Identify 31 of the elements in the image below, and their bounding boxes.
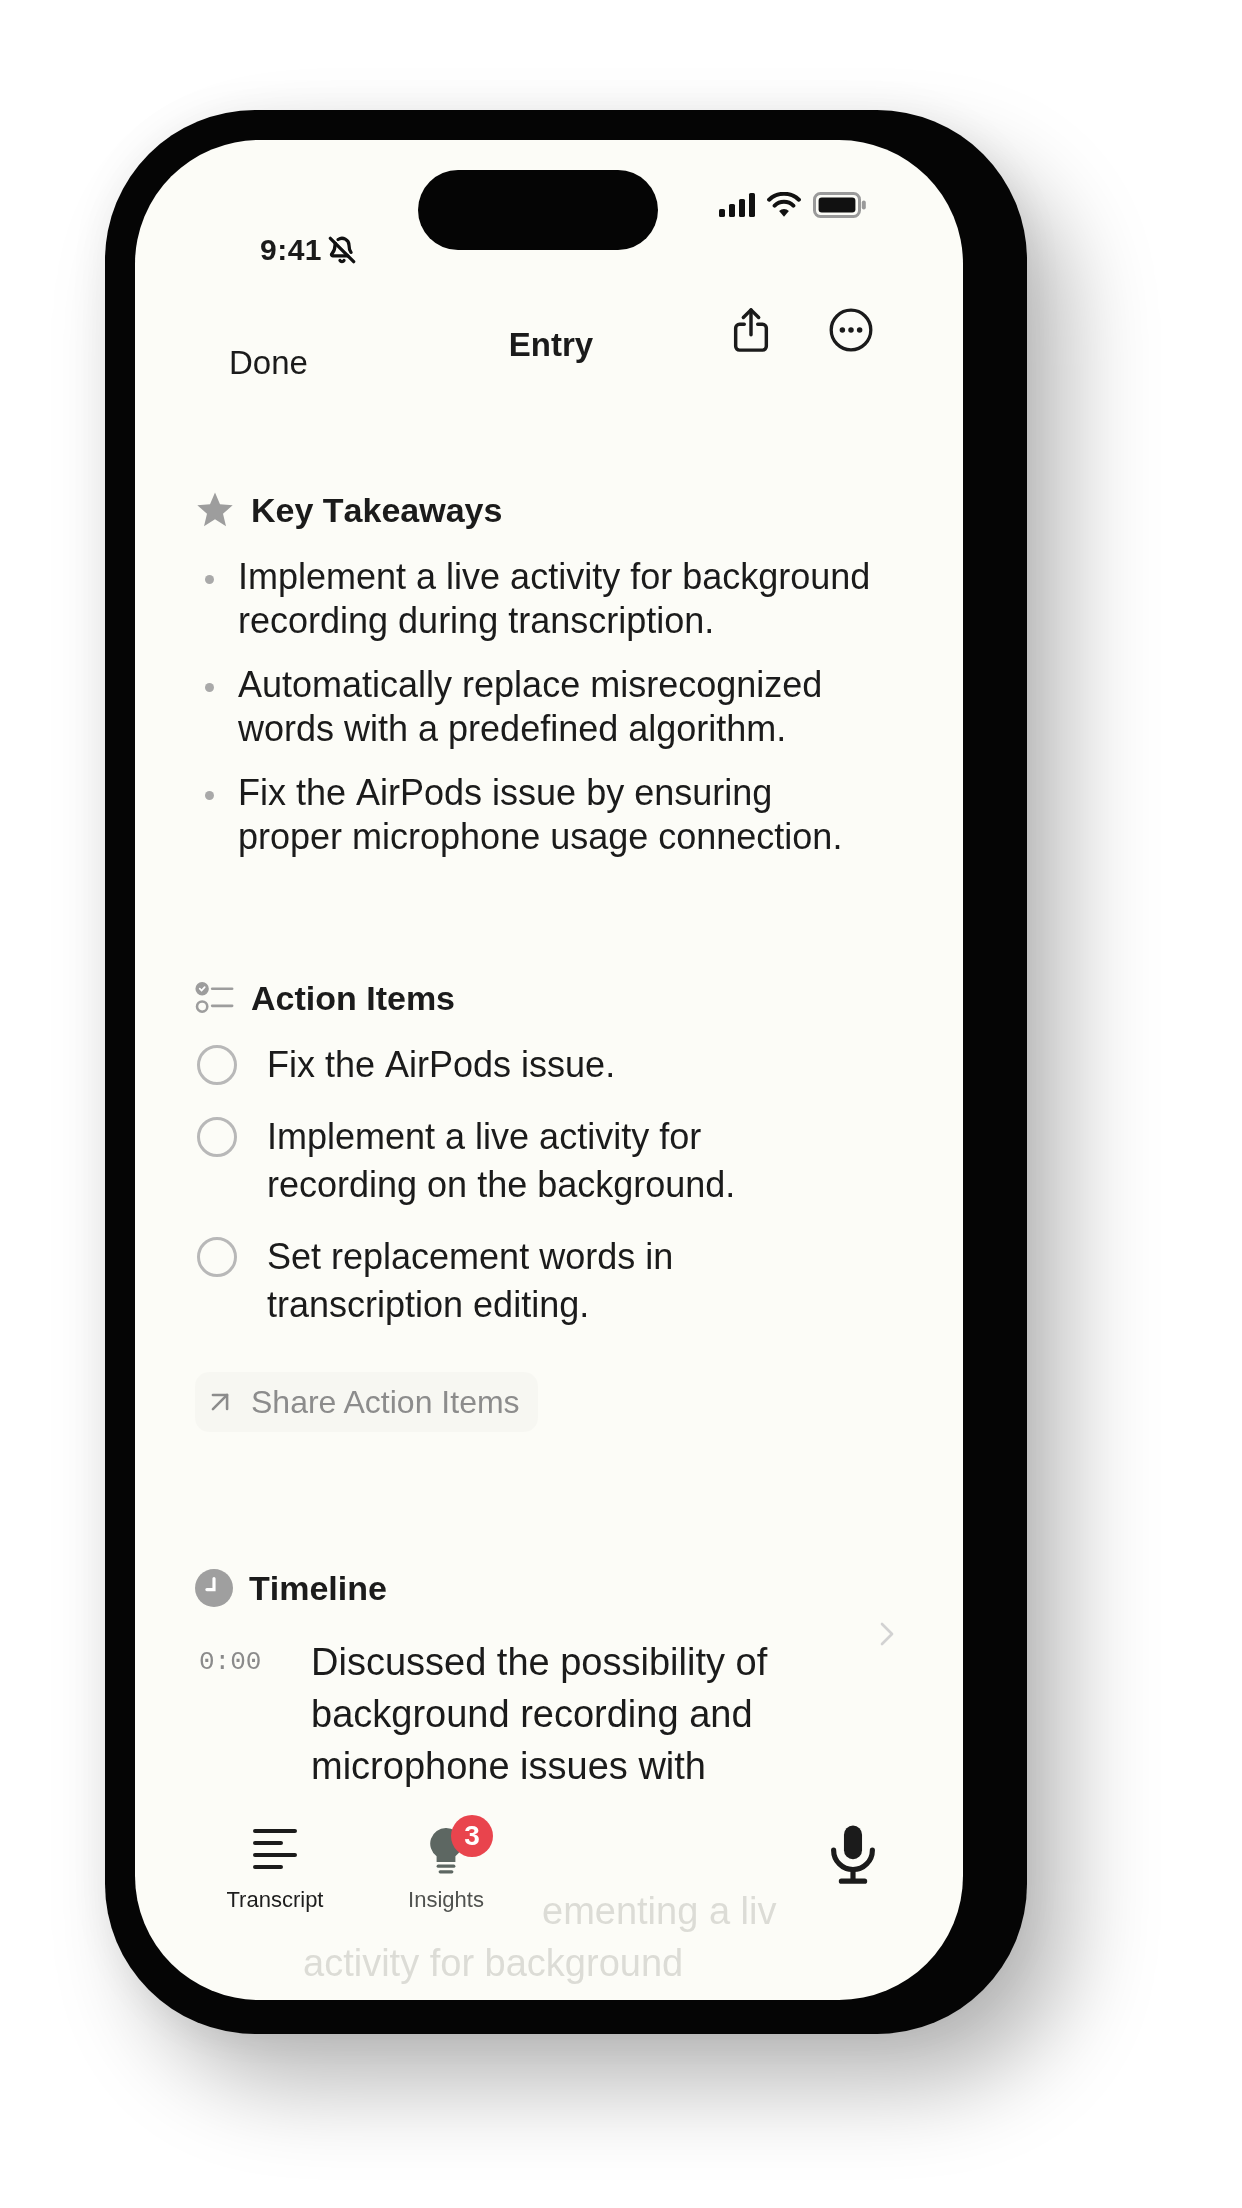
tab[interactable]: 3 Insights [371, 1811, 521, 1929]
section-heading: Timeline [249, 1568, 387, 1609]
timestamp: 0:00 [199, 1646, 263, 1679]
text-lines-icon [251, 1827, 299, 1871]
takeaway-text: Implement a live activity for background recording during transcription. [238, 555, 872, 643]
takeaway-text: Automatically replace misrecognized words with a predefined algorithm. [238, 663, 824, 751]
battery-icon [813, 192, 867, 218]
action-item-text: Set replacement words in transcription editing. [267, 1235, 675, 1327]
more-icon[interactable] [828, 307, 874, 353]
bullet-icon [205, 575, 214, 584]
checkbox[interactable] [197, 1237, 237, 1277]
done-button[interactable]: Done [229, 340, 308, 386]
wifi-icon [767, 192, 801, 218]
status-time: 9:41 [260, 233, 323, 267]
nav-title: Entry [508, 326, 594, 364]
clock-icon [195, 1569, 233, 1607]
timeline-entry-text: Discussed the possibility of background recording and microphone issues with [311, 1640, 769, 1789]
action-item-text: Fix the AirPods issue. [267, 1043, 617, 1087]
count-badge: 3 [451, 1815, 493, 1857]
checkbox[interactable] [197, 1045, 237, 1085]
signal-icon [719, 193, 755, 217]
tab[interactable]: Transcript [200, 1811, 350, 1929]
section-heading: Key Takeaways [251, 490, 503, 531]
section-heading: Action Items [251, 978, 456, 1019]
bullet-icon [205, 683, 214, 692]
checkbox[interactable] [197, 1117, 237, 1157]
checklist-icon [195, 980, 235, 1016]
bullet-icon [205, 791, 214, 800]
takeaway-text: Fix the AirPods issue by ensuring proper microphone usage connection. [238, 771, 844, 859]
muted-bell-icon [328, 236, 357, 264]
action-item-text: Implement a live activity for recording on the background. [267, 1115, 737, 1207]
